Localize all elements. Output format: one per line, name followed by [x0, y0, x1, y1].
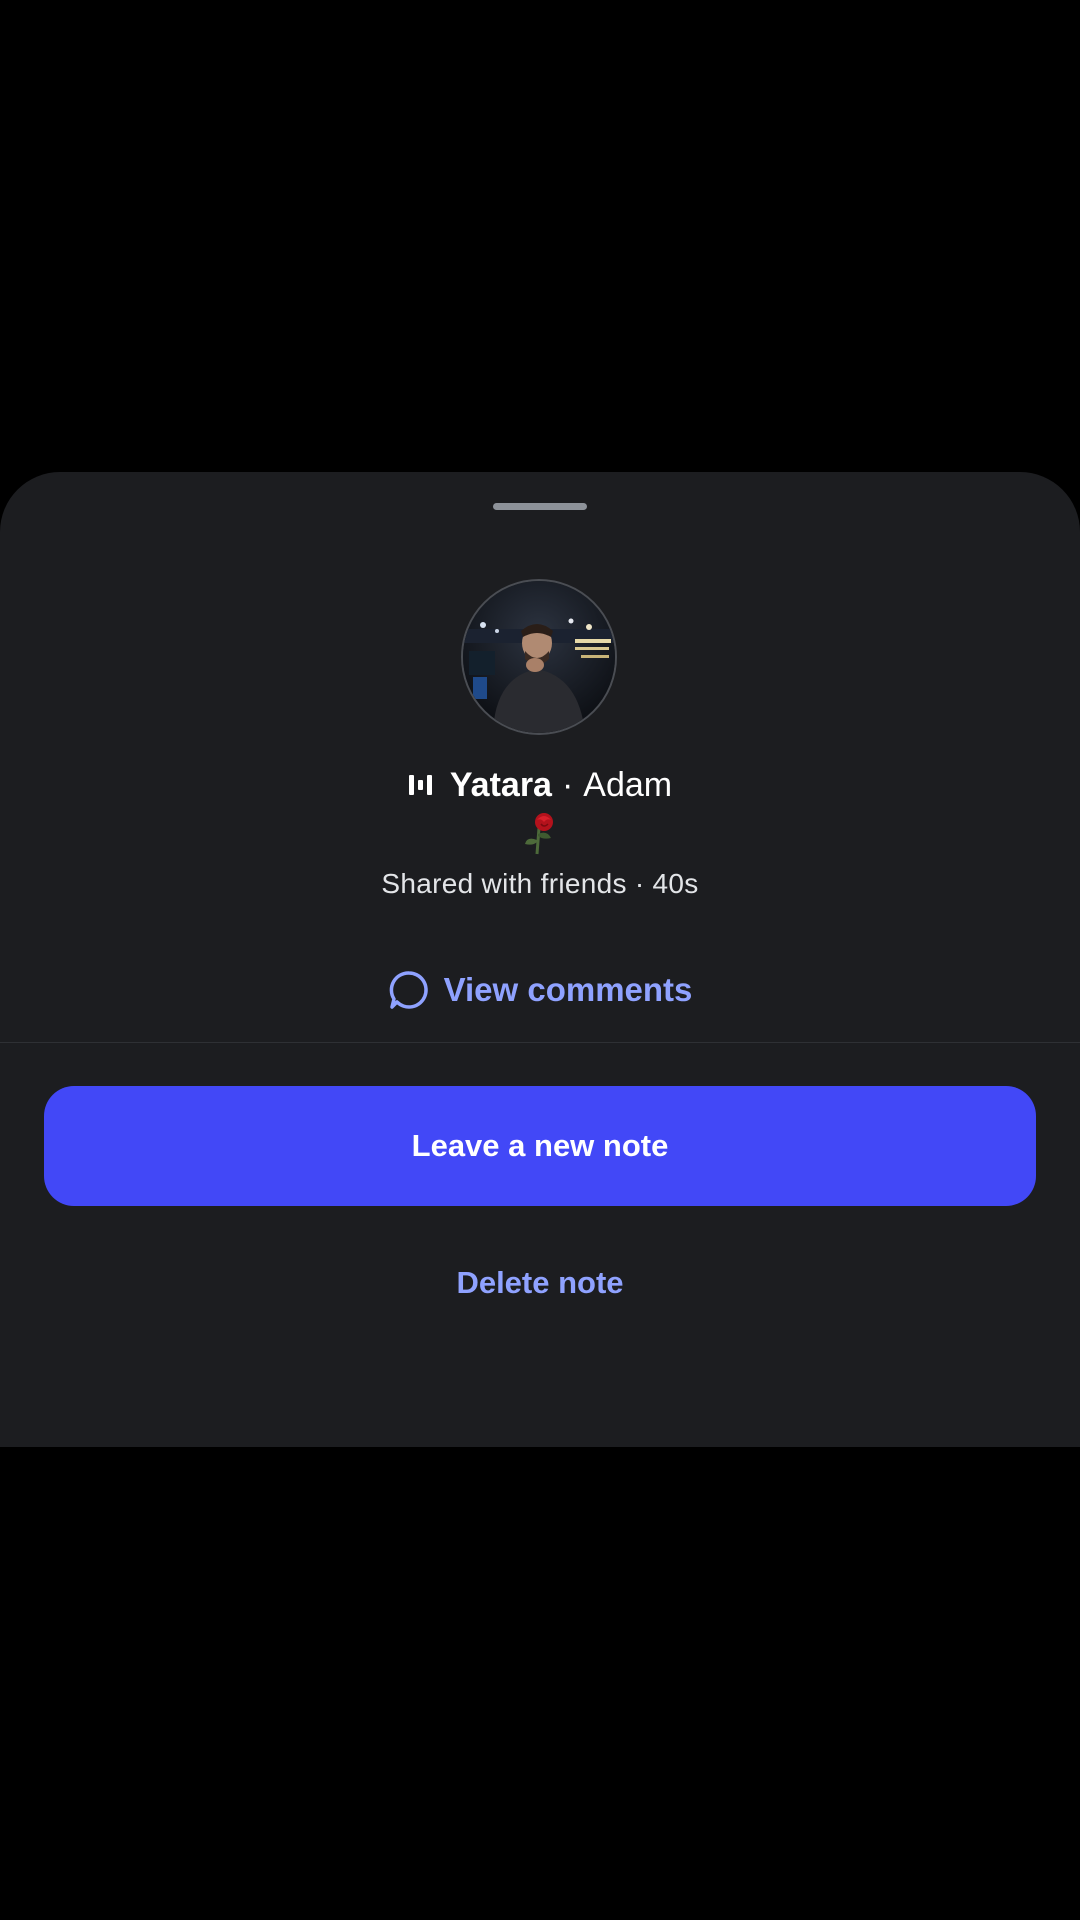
leave-new-note-button[interactable]: Leave a new note [44, 1086, 1036, 1206]
screen: Yatara · Adam Shared with friends · 40s … [0, 0, 1080, 1920]
bottom-sheet: Yatara · Adam Shared with friends · 40s … [0, 472, 1080, 1447]
avatar[interactable] [461, 579, 617, 735]
view-comments-label: View comments [443, 971, 693, 1008]
avatar-photo [463, 581, 615, 733]
song-row[interactable]: Yatara · Adam [0, 762, 1080, 808]
song-separator: · [561, 765, 574, 804]
chat-bubble-icon [389, 971, 428, 1009]
rose-emoji-icon [525, 813, 553, 855]
song-title: Yatara [449, 765, 552, 804]
song-artist: Adam [583, 765, 673, 804]
view-comments-button[interactable]: View comments [0, 962, 1080, 1018]
share-status-text: Shared with friends · 40s [381, 868, 699, 899]
sheet-grabber-handle[interactable] [493, 503, 587, 510]
divider [0, 1042, 1080, 1043]
music-bars-icon [408, 775, 432, 795]
delete-note-button[interactable]: Delete note [0, 1258, 1080, 1308]
